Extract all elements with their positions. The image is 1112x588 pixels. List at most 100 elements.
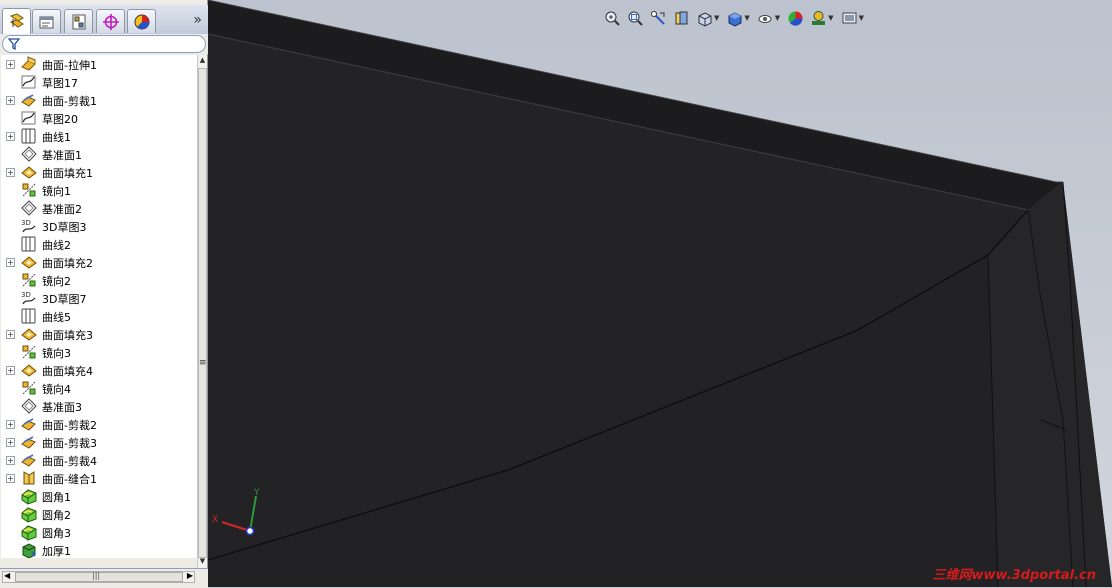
expand-toggle-icon[interactable]: +: [6, 60, 15, 69]
apply-scene-button[interactable]: [809, 9, 828, 28]
previous-view-button[interactable]: [649, 9, 668, 28]
feature-tree-item[interactable]: + 曲面-拉伸1: [1, 55, 197, 73]
mirror-icon: [22, 345, 36, 359]
feature-tree-icon: [9, 12, 24, 28]
expand-toggle-icon[interactable]: +: [6, 258, 15, 267]
feature-tree-item[interactable]: 镜向2: [1, 271, 197, 289]
feature-tree-item-label: 曲面-剪裁1: [42, 95, 97, 108]
feature-tree-item[interactable]: 镜向3: [1, 343, 197, 361]
feature-tree-item[interactable]: 基准面1: [1, 145, 197, 163]
propertymanager-tab[interactable]: [32, 9, 61, 33]
view-orientation-dropdown-icon[interactable]: ▼: [714, 14, 719, 22]
feature-tree-item[interactable]: 镜向4: [1, 379, 197, 397]
feature-tree-item[interactable]: 加厚1: [1, 541, 197, 558]
expand-toggle-icon[interactable]: +: [6, 474, 15, 483]
configurationmanager-tab[interactable]: [64, 9, 93, 33]
view-settings-dropdown-icon[interactable]: ▼: [859, 14, 864, 22]
scroll-left-arrow-icon[interactable]: ◀: [4, 571, 10, 580]
feature-tree-item-label: 曲面-缝合1: [42, 473, 97, 486]
feature-tree-item[interactable]: 镜向1: [1, 181, 197, 199]
surface-knit-icon: [23, 471, 35, 485]
feature-tree-item[interactable]: 3D 3D草图7: [1, 289, 197, 307]
apply-scene-dropdown-icon[interactable]: ▼: [828, 14, 833, 22]
feature-tree-item[interactable]: 基准面3: [1, 397, 197, 415]
feature-tree-item[interactable]: 草图20: [1, 109, 197, 127]
display-style-button[interactable]: [725, 9, 744, 28]
feature-tree-item[interactable]: + 曲面-剪裁3: [1, 433, 197, 451]
featuremanager-tab[interactable]: [2, 8, 31, 34]
tree-vertical-scrollbar[interactable]: ▲ ≡ ▼: [197, 55, 207, 568]
scroll-up-arrow-icon[interactable]: ▲: [199, 56, 206, 64]
feature-tree-item[interactable]: 圆角2: [1, 505, 197, 523]
zoom-to-fit-button[interactable]: [603, 9, 622, 28]
scene-icon: [812, 10, 826, 25]
dimxpert-tab[interactable]: [96, 9, 125, 33]
reference-triad: X Y: [212, 488, 260, 536]
surface-trim-icon: [21, 94, 36, 107]
property-manager-icon: [39, 16, 53, 28]
feature-tree-item[interactable]: + 曲线1: [1, 127, 197, 145]
feature-tree-item[interactable]: + 曲面填充3: [1, 325, 197, 343]
sketch-icon: [21, 75, 36, 89]
feature-tree-item-label: 加厚1: [42, 545, 71, 558]
tree-horizontal-scrollbar[interactable]: ◀ ||| ▶: [2, 571, 195, 583]
plane-icon: [21, 146, 37, 162]
surface-extrude-icon: [21, 56, 36, 71]
display-style-cube-icon: [728, 11, 742, 27]
feature-tree-item[interactable]: + 曲面-剪裁1: [1, 91, 197, 109]
hide-show-icon: [758, 14, 772, 23]
display-manager-tab[interactable]: [127, 9, 156, 33]
expand-toggle-icon[interactable]: +: [6, 366, 15, 375]
scroll-down-arrow-icon[interactable]: ▼: [199, 557, 206, 565]
expand-toggle-icon[interactable]: +: [6, 330, 15, 339]
feature-tree-item[interactable]: 圆角1: [1, 487, 197, 505]
manager-tab-bar: »: [0, 5, 208, 35]
expand-toggle-icon[interactable]: +: [6, 132, 15, 141]
section-view-button[interactable]: [672, 9, 691, 28]
feature-tree-item[interactable]: + 曲面-缝合1: [1, 469, 197, 487]
feature-tree-item[interactable]: + 曲面填充4: [1, 361, 197, 379]
feature-tree-item[interactable]: + 曲面-剪裁2: [1, 415, 197, 433]
panel-expand-chevron-icon[interactable]: »: [193, 12, 202, 28]
feature-tree-item-label: 基准面3: [42, 401, 82, 414]
expand-toggle-icon[interactable]: +: [6, 168, 15, 177]
sketch-3d-icon: 3D: [21, 219, 36, 233]
view-settings-button[interactable]: [840, 9, 859, 28]
expand-toggle-icon[interactable]: +: [6, 96, 15, 105]
display-manager-pie-icon: [134, 14, 149, 29]
feature-tree-item-label: 基准面2: [42, 203, 82, 216]
feature-tree-item[interactable]: + 曲面-剪裁4: [1, 451, 197, 469]
feature-tree-item[interactable]: 曲线5: [1, 307, 197, 325]
feature-tree-item[interactable]: + 曲面填充2: [1, 253, 197, 271]
feature-tree-item[interactable]: 曲线2: [1, 235, 197, 253]
svg-text:3D: 3D: [21, 291, 31, 299]
horizontal-scroll-thumb[interactable]: |||: [15, 571, 183, 582]
plane-icon: [21, 398, 37, 414]
view-orientation-icon: [698, 11, 712, 27]
zoom-to-area-button[interactable]: [626, 9, 645, 28]
expand-toggle-icon[interactable]: +: [6, 456, 15, 465]
feature-tree-item[interactable]: 基准面2: [1, 199, 197, 217]
hide-show-items-button[interactable]: [756, 9, 775, 28]
feature-tree-item[interactable]: 3D 3D草图3: [1, 217, 197, 235]
fillet-icon: [21, 489, 37, 505]
feature-tree-item-label: 3D草图7: [42, 293, 87, 306]
feature-tree-item[interactable]: 圆角3: [1, 523, 197, 541]
feature-tree-item[interactable]: + 曲面填充1: [1, 163, 197, 181]
vertical-scroll-thumb[interactable]: [198, 68, 207, 558]
section-view-icon: [675, 11, 688, 24]
feature-tree-item-label: 基准面1: [42, 149, 82, 162]
feature-filter-input[interactable]: [2, 35, 206, 53]
feature-tree-item-label: 曲面填充2: [42, 257, 93, 270]
scroll-right-arrow-icon[interactable]: ▶: [187, 571, 193, 580]
feature-tree-item-label: 草图17: [42, 77, 78, 90]
feature-tree-item-label: 曲面填充4: [42, 365, 93, 378]
graphics-viewport[interactable]: ▼ ▼ ▼ ▼ ▼ X Y 三维网www.3dportal.cn: [208, 0, 1112, 587]
view-orientation-button[interactable]: [695, 9, 714, 28]
expand-toggle-icon[interactable]: +: [6, 438, 15, 447]
edit-appearance-button[interactable]: [786, 9, 805, 28]
display-style-dropdown-icon[interactable]: ▼: [744, 14, 749, 22]
expand-toggle-icon[interactable]: +: [6, 420, 15, 429]
hide-show-dropdown-icon[interactable]: ▼: [775, 14, 780, 22]
feature-tree-item[interactable]: 草图17: [1, 73, 197, 91]
